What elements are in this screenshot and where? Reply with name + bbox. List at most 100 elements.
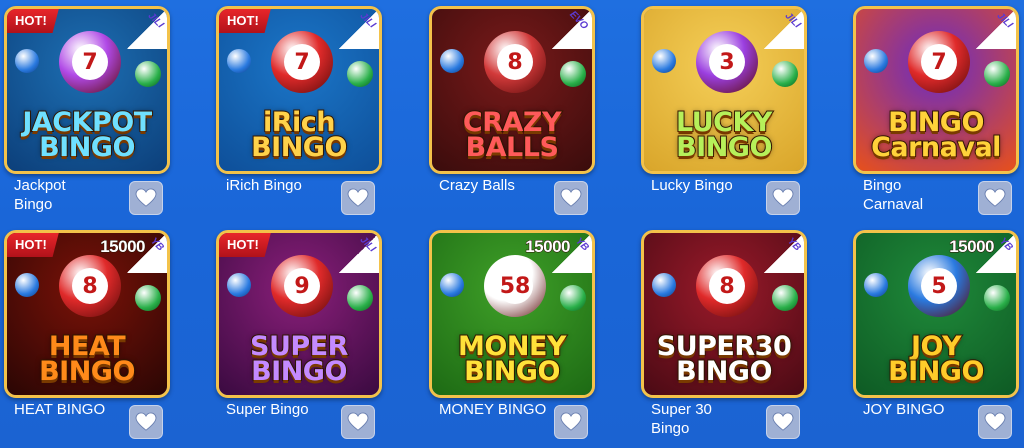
provider-label: YB — [997, 235, 1015, 254]
heart-icon — [984, 412, 1006, 431]
favorite-button[interactable] — [978, 405, 1012, 439]
small-ball-icon — [772, 285, 798, 311]
game-thumbnail[interactable]: 9 SUPER BINGO HOT! JILI — [216, 230, 382, 398]
hot-badge: HOT! — [219, 233, 271, 257]
game-logo: SUPER30 BINGO — [656, 330, 793, 388]
small-ball-icon — [347, 285, 373, 311]
provider-label: YB — [573, 235, 591, 254]
hot-badge: HOT! — [219, 9, 271, 33]
provider-badge: YB — [764, 233, 804, 273]
provider-badge: YB — [552, 233, 592, 273]
game-card[interactable]: 7 JACKPOT BINGO HOT! JILI Jackpot Bingo — [0, 0, 172, 215]
ball-number: 7 — [72, 44, 108, 80]
game-thumbnail[interactable]: 8 HEAT BINGO HOT! 15000 YB — [4, 230, 170, 398]
provider-badge: JILI — [127, 9, 167, 49]
game-thumbnail[interactable]: 3 LUCKY BINGO JILI — [641, 6, 807, 174]
small-ball-icon — [984, 61, 1010, 87]
small-ball-icon — [864, 49, 888, 73]
game-logo: JOY BINGO — [887, 330, 985, 388]
favorite-button[interactable] — [129, 405, 163, 439]
game-title: HEAT BINGO — [14, 401, 106, 418]
ball-number: 8 — [72, 268, 108, 304]
game-thumbnail[interactable]: 58 MONEY BINGO 15000 YB — [429, 230, 595, 398]
heart-icon — [560, 188, 582, 207]
favorite-button[interactable] — [129, 181, 163, 215]
game-card[interactable]: 3 LUCKY BINGO JILI Lucky Bingo — [637, 0, 809, 215]
heart-icon — [347, 188, 369, 207]
game-logo: BINGO Carnaval — [870, 106, 1002, 164]
provider-badge: JILI — [339, 233, 379, 273]
small-ball-icon — [440, 273, 464, 297]
bingo-ball-icon: 58 — [484, 255, 546, 317]
bingo-ball-icon: 9 — [271, 255, 333, 317]
favorite-button[interactable] — [554, 181, 588, 215]
game-title: Super Bingo — [226, 401, 309, 418]
ball-number: 7 — [284, 44, 320, 80]
game-title: Jackpot Bingo — [14, 177, 66, 213]
provider-label: JILI — [782, 10, 803, 31]
bingo-ball-icon: 5 — [908, 255, 970, 317]
game-card[interactable]: 8 HEAT BINGO HOT! 15000 YB HEAT BINGO — [0, 224, 172, 439]
game-logo: iRich BINGO — [250, 106, 348, 164]
ball-number: 9 — [284, 268, 320, 304]
small-ball-icon — [227, 49, 251, 73]
small-ball-icon — [440, 49, 464, 73]
provider-label: JILI — [357, 10, 378, 31]
game-card[interactable]: 8 CRAZY BALLS EVO Crazy Balls — [425, 0, 597, 215]
game-thumbnail[interactable]: 7 BINGO Carnaval JILI — [853, 6, 1019, 174]
game-grid: 7 JACKPOT BINGO HOT! JILI Jackpot Bingo 7 iRic… — [0, 0, 1024, 448]
game-logo: LUCKY BINGO — [675, 106, 773, 164]
provider-badge: YB — [127, 233, 167, 273]
game-card[interactable]: 5 JOY BINGO 15000 YB JOY BINGO — [849, 224, 1021, 439]
favorite-button[interactable] — [341, 181, 375, 215]
ball-number: 8 — [709, 268, 745, 304]
favorite-button[interactable] — [341, 405, 375, 439]
small-ball-icon — [652, 273, 676, 297]
game-card[interactable]: 9 SUPER BINGO HOT! JILI Super Bingo — [212, 224, 384, 439]
heart-icon — [135, 188, 157, 207]
game-thumbnail[interactable]: 8 SUPER30 BINGO YB — [641, 230, 807, 398]
game-title: Lucky Bingo — [651, 177, 733, 194]
hot-badge: HOT! — [7, 233, 59, 257]
heart-icon — [984, 188, 1006, 207]
game-card[interactable]: 8 SUPER30 BINGO YB Super 30 Bingo — [637, 224, 809, 439]
favorite-button[interactable] — [766, 405, 800, 439]
small-ball-icon — [772, 61, 798, 87]
small-ball-icon — [864, 273, 888, 297]
small-ball-icon — [560, 285, 586, 311]
favorite-button[interactable] — [766, 181, 800, 215]
heart-icon — [135, 412, 157, 431]
small-ball-icon — [15, 49, 39, 73]
game-thumbnail[interactable]: 8 CRAZY BALLS EVO — [429, 6, 595, 174]
game-card[interactable]: 7 iRich BINGO HOT! JILI iRich Bingo — [212, 0, 384, 215]
game-title: Bingo Carnaval — [863, 177, 924, 213]
favorite-button[interactable] — [554, 405, 588, 439]
game-thumbnail[interactable]: 5 JOY BINGO 15000 YB — [853, 230, 1019, 398]
small-ball-icon — [984, 285, 1010, 311]
provider-label: YB — [148, 235, 166, 254]
bingo-ball-icon: 3 — [696, 31, 758, 93]
game-thumbnail[interactable]: 7 iRich BINGO HOT! JILI — [216, 6, 382, 174]
bingo-ball-icon: 7 — [908, 31, 970, 93]
game-title: Crazy Balls — [439, 177, 515, 194]
ball-number: 5 — [921, 268, 957, 304]
favorite-button[interactable] — [978, 181, 1012, 215]
game-title: iRich Bingo — [226, 177, 302, 194]
bingo-ball-icon: 8 — [696, 255, 758, 317]
bingo-ball-icon: 8 — [59, 255, 121, 317]
provider-label: YB — [785, 235, 803, 254]
ball-number: 7 — [921, 44, 957, 80]
heart-icon — [347, 412, 369, 431]
game-card[interactable]: 58 MONEY BINGO 15000 YB MONEY BINGO — [425, 224, 597, 439]
hot-badge: HOT! — [7, 9, 59, 33]
ball-number: 58 — [497, 268, 533, 304]
game-logo: HEAT BINGO — [38, 330, 136, 388]
small-ball-icon — [227, 273, 251, 297]
provider-badge: JILI — [339, 9, 379, 49]
small-ball-icon — [135, 285, 161, 311]
bingo-ball-icon: 7 — [59, 31, 121, 93]
heart-icon — [560, 412, 582, 431]
game-card[interactable]: 7 BINGO Carnaval JILI Bingo Carnaval — [849, 0, 1021, 215]
game-title: MONEY BINGO — [439, 401, 547, 418]
game-thumbnail[interactable]: 7 JACKPOT BINGO HOT! JILI — [4, 6, 170, 174]
